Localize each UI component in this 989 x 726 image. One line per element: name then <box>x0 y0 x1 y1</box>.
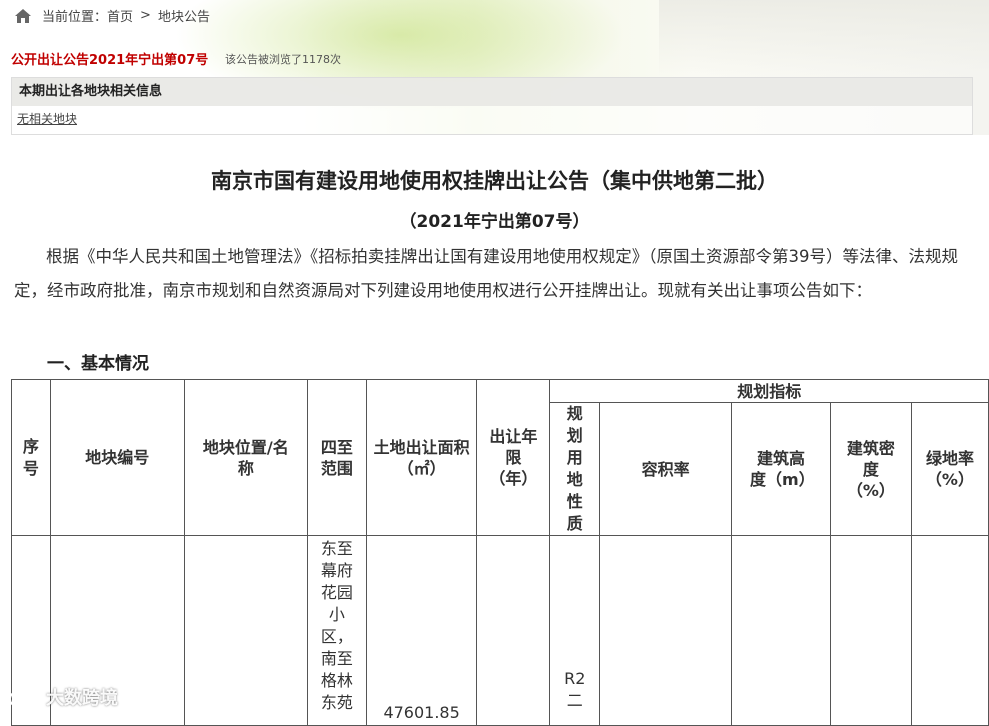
cell-area: 47601.85 <box>365 535 478 726</box>
cell-far <box>599 535 733 726</box>
document-title: 南京市国有建设用地使用权挂牌出让公告（集中供地第二批） <box>211 169 778 193</box>
breadcrumb-current-link[interactable]: 地块公告 <box>158 6 210 25</box>
breadcrumb-home-link[interactable]: 首页 <box>107 6 133 25</box>
related-parcels-link[interactable]: 无相关地块 <box>12 106 972 132</box>
header-boundaries: 四至范围 <box>307 379 367 536</box>
cell-location <box>183 535 309 726</box>
cell-use: R2二 <box>549 535 601 726</box>
header-density: 建筑密度（%） <box>829 402 912 536</box>
header-green: 绿地率（%） <box>910 402 989 536</box>
intro-paragraph: 根据《中华人民共和国土地管理法》《招标拍卖挂牌出让国有建设用地使用权规定》（原国… <box>14 247 958 300</box>
breadcrumb-prefix: 当前位置： <box>42 10 108 25</box>
header-seq: 序号 <box>11 379 51 536</box>
header-location: 地块位置/名称 <box>183 379 309 536</box>
cell-density <box>829 535 912 726</box>
home-icon <box>15 8 31 23</box>
related-parcels-heading: 本期出让各地块相关信息 <box>12 78 972 106</box>
header-area: 土地出让面积（㎡） <box>365 379 478 536</box>
related-parcels-box: 本期出让各地块相关信息 无相关地块 <box>11 77 973 135</box>
header-use: 规划用地性质 <box>549 402 601 536</box>
cell-green <box>910 535 989 726</box>
notice-title: 公开出让公告2021年宁出第07号 <box>11 53 209 68</box>
header-term: 出让年限（年） <box>476 379 551 536</box>
parcel-table: 序号 地块编号 地块位置/名称 四至范围 土地出让面积（㎡） 出让年限（年） 规… <box>11 379 989 726</box>
cell-boundaries: 东至幕府花园小区，南至格林东苑 <box>307 535 367 726</box>
breadcrumb: 当前位置： 首页 > 地块公告 <box>14 6 210 25</box>
breadcrumb-separator: > <box>140 8 151 23</box>
cell-term <box>476 535 551 726</box>
section-heading-basic-info: 一、基本情况 <box>47 354 149 374</box>
header-parcel-no: 地块编号 <box>49 379 185 536</box>
header-height: 建筑高度（m） <box>731 402 831 536</box>
document-subtitle: （2021年宁出第07号） <box>399 212 590 232</box>
watermark: 大数跨境 <box>8 684 118 710</box>
cell-height <box>731 535 831 726</box>
view-count: 该公告被浏览了1178次 <box>225 53 341 66</box>
header-planning: 规划指标 <box>549 379 989 403</box>
watermark-logo-icon <box>9 689 43 707</box>
watermark-text: 大数跨境 <box>46 688 118 709</box>
header-skyline-decoration <box>659 0 989 75</box>
header-far: 容积率 <box>599 402 733 536</box>
